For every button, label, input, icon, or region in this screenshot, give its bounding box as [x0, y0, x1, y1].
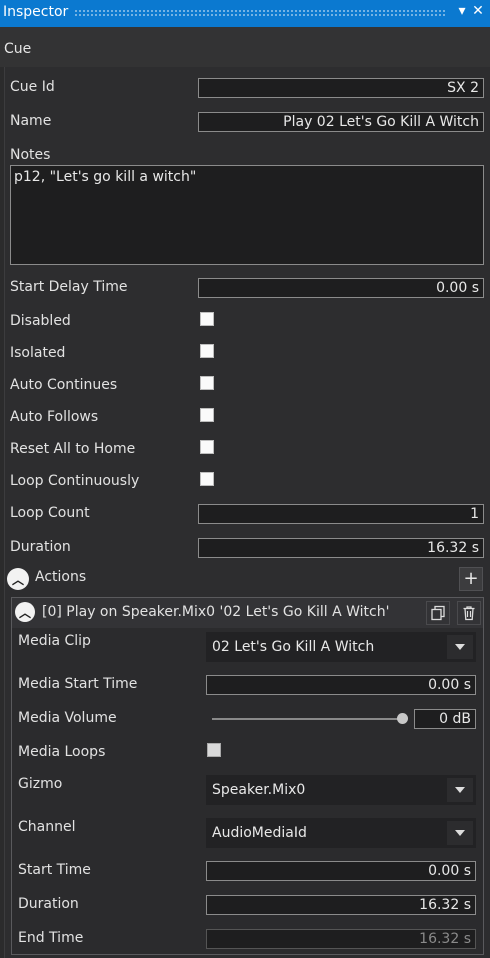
reset-all-checkbox[interactable] [200, 440, 214, 454]
chevron-up-icon: ︿ [18, 605, 31, 620]
media-start-label: Media Start Time [18, 676, 138, 692]
channel-label: Channel [18, 819, 76, 835]
channel-dropdown[interactable]: AudioMediaId [206, 818, 476, 848]
media-clip-dropdown[interactable]: 02 Let's Go Kill A Witch [206, 632, 476, 662]
collapse-actions-button[interactable]: ︿ [7, 568, 29, 590]
channel-dropdown-toggle[interactable] [447, 821, 473, 845]
collapse-action-button[interactable]: ︿ [15, 602, 35, 622]
media-clip-dropdown-toggle[interactable] [447, 635, 473, 659]
trash-icon [463, 606, 475, 621]
end-time-input: 16.32 s [206, 929, 476, 949]
window-title: Inspector [3, 4, 69, 20]
auto-follows-checkbox[interactable] [200, 408, 214, 422]
gizmo-label: Gizmo [18, 776, 63, 792]
channel-value: AudioMediaId [212, 825, 307, 841]
cue-id-input[interactable]: SX 2 [198, 78, 484, 98]
end-time-label: End Time [18, 930, 84, 946]
start-delay-input[interactable]: 0.00 s [198, 278, 484, 298]
section-label: Cue [4, 41, 32, 57]
copy-icon [431, 605, 445, 621]
copy-action-button[interactable] [426, 601, 450, 625]
auto-continues-label: Auto Continues [10, 377, 118, 393]
loop-count-input[interactable]: 1 [198, 504, 484, 524]
cue-section-header: Cue [0, 27, 490, 67]
disabled-label: Disabled [10, 313, 71, 329]
media-start-input[interactable]: 0.00 s [206, 675, 476, 695]
cue-id-label: Cue Id [10, 79, 55, 95]
dropdown-arrow-icon[interactable]: ▾ [454, 3, 470, 19]
chevron-down-icon [455, 644, 465, 650]
gizmo-dropdown[interactable]: Speaker.Mix0 [206, 775, 476, 805]
media-loops-checkbox[interactable] [207, 743, 221, 757]
chevron-down-icon [455, 830, 465, 836]
isolated-checkbox[interactable] [200, 344, 214, 358]
duration-label: Duration [10, 539, 71, 555]
add-action-button[interactable]: + [459, 567, 483, 591]
chevron-down-icon [455, 787, 465, 793]
chevron-up-icon: ︿ [11, 572, 24, 587]
reset-all-label: Reset All to Home [10, 441, 136, 457]
actions-label: Actions [35, 569, 87, 585]
drag-grip[interactable] [74, 9, 446, 17]
action-title: [0] Play on Speaker.Mix0 '02 Let's Go Ki… [42, 604, 390, 620]
action-duration-input[interactable]: 16.32 s [206, 895, 476, 915]
action-duration-label: Duration [18, 896, 79, 912]
inspector-title-bar[interactable]: Inspector ▾ ✕ [0, 0, 490, 27]
media-volume-input[interactable]: 0 dB [414, 709, 476, 729]
notes-label: Notes [10, 147, 51, 163]
media-clip-label: Media Clip [18, 633, 91, 649]
gizmo-value: Speaker.Mix0 [212, 782, 306, 798]
media-clip-value: 02 Let's Go Kill A Witch [212, 639, 375, 655]
gizmo-dropdown-toggle[interactable] [447, 778, 473, 802]
auto-continues-checkbox[interactable] [200, 376, 214, 390]
duration-input[interactable]: 16.32 s [198, 538, 484, 558]
loop-continuously-label: Loop Continuously [10, 473, 140, 489]
media-volume-label: Media Volume [18, 710, 117, 726]
name-input[interactable]: Play 02 Let's Go Kill A Witch [198, 112, 484, 132]
notes-textarea[interactable]: p12, "Let's go kill a witch" [10, 165, 484, 265]
delete-action-button[interactable] [457, 601, 481, 625]
media-loops-label: Media Loops [18, 744, 106, 760]
close-icon[interactable]: ✕ [470, 3, 486, 19]
start-delay-label: Start Delay Time [10, 279, 128, 295]
media-volume-slider-thumb[interactable] [396, 713, 408, 724]
auto-follows-label: Auto Follows [10, 409, 99, 425]
loop-continuously-checkbox[interactable] [200, 472, 214, 486]
isolated-label: Isolated [10, 345, 66, 361]
start-time-input[interactable]: 0.00 s [206, 861, 476, 881]
name-label: Name [10, 113, 52, 129]
loop-count-label: Loop Count [10, 505, 90, 521]
disabled-checkbox[interactable] [200, 312, 214, 326]
start-time-label: Start Time [18, 862, 91, 878]
media-volume-slider-track[interactable] [212, 718, 402, 720]
plus-icon: + [463, 568, 479, 589]
